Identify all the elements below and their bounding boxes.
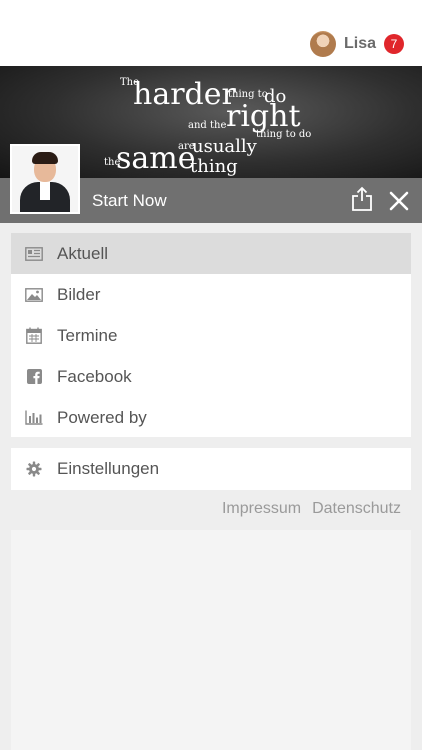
newspaper-icon [25,245,43,263]
impressum-link[interactable]: Impressum [222,500,301,518]
facebook-icon [25,368,43,386]
gear-icon [25,460,43,478]
quote-word: thing [190,156,238,177]
footer-links: Impressum Datenschutz [222,500,401,518]
share-icon[interactable] [351,186,373,212]
top-bar: Lisa 7 [0,0,422,66]
image-icon [25,286,43,304]
menu-item-bilder[interactable]: Bilder [11,274,411,315]
user-name[interactable]: Lisa [344,35,376,53]
menu-item-label: Facebook [57,366,132,386]
menu-item-aktuell[interactable]: Aktuell [11,233,411,274]
quote-word: and the [188,120,227,131]
menu-item-label: Termine [57,325,118,345]
quote-word: right [226,99,301,134]
quote-word: thing to do [256,129,312,140]
menu-item-facebook[interactable]: Facebook [11,356,411,397]
page-title: Start Now [92,191,167,210]
content-area [11,530,411,750]
navigation-menu: Aktuell Bilder Termine Facebook Powered … [11,233,411,437]
user-account[interactable]: Lisa 7 [309,30,404,58]
menu-item-powered-by[interactable]: Powered by [11,397,411,438]
bar-chart-icon [25,409,43,427]
menu-item-einstellungen[interactable]: Einstellungen [11,448,411,490]
settings-label: Einstellungen [57,459,160,478]
menu-item-termine[interactable]: Termine [11,315,411,356]
menu-item-label: Powered by [57,407,147,427]
menu-item-label: Bilder [57,284,101,304]
user-avatar[interactable] [309,31,336,57]
quote-word: harder [133,77,236,112]
quote-word: usually [192,136,257,157]
datenschutz-link[interactable]: Datenschutz [312,500,401,518]
profile-picture[interactable] [10,144,80,214]
notification-badge[interactable]: 7 [384,34,404,54]
calendar-icon [25,327,43,345]
quote-word: same [116,141,196,176]
menu-item-label: Aktuell [57,243,109,263]
close-icon[interactable] [388,190,410,212]
